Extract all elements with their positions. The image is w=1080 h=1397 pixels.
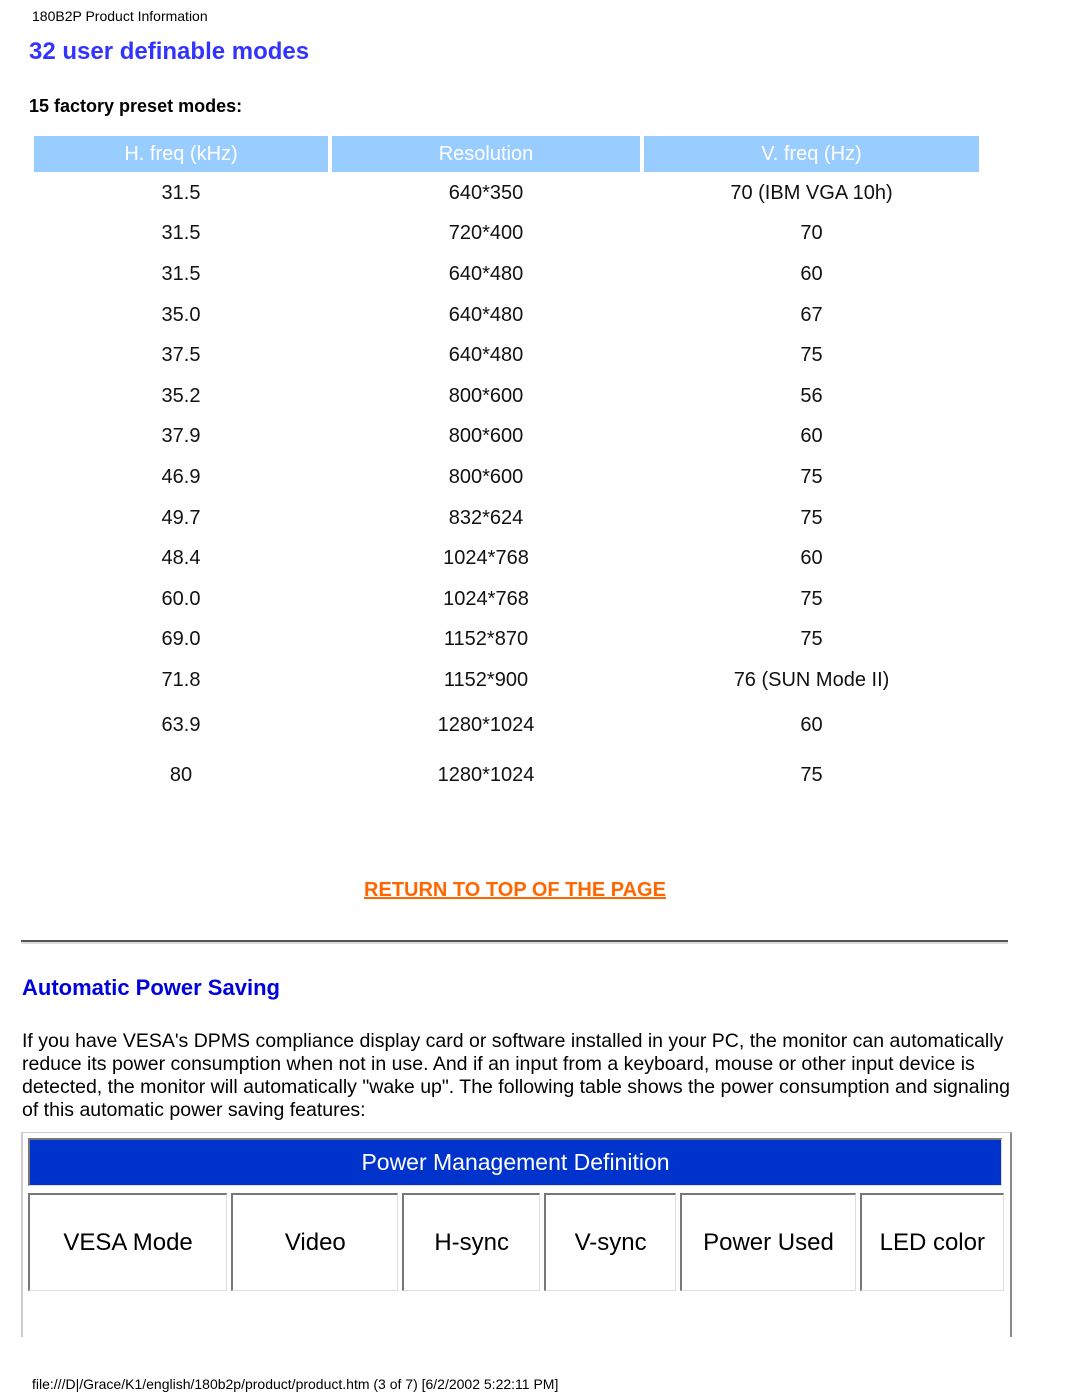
- table-row: 49.7 832*624 75: [34, 499, 979, 538]
- column-header-resolution: Resolution: [332, 136, 640, 172]
- power-saving-title: Automatic Power Saving: [22, 975, 280, 1000]
- hfreq-cell: 63.9: [161, 714, 201, 737]
- table-row: 46.9 800*600 75: [34, 458, 979, 497]
- hfreq-cell: 31.5: [161, 222, 201, 245]
- hfreq-cell: 69.0: [161, 628, 201, 651]
- hfreq-cell: 71.8: [161, 668, 201, 691]
- table-row: 35.2 800*600 56: [34, 377, 979, 416]
- resolution-cell: 800*600: [448, 465, 524, 488]
- vfreq-cell: 67: [800, 303, 823, 326]
- column-header-vfreq: V. freq (Hz): [644, 136, 979, 172]
- page-header: 180B2P Product Information: [32, 8, 208, 24]
- user-modes-title: 32 user definable modes: [29, 38, 310, 65]
- vfreq-cell: 75: [800, 587, 823, 610]
- vfreq-cell: 60: [800, 547, 823, 570]
- table-row: 35.0 640*480 67: [34, 296, 979, 335]
- power-saving-intro: If you have VESA's DPMS compliance displ…: [22, 1030, 1010, 1121]
- hfreq-cell: 35.2: [161, 384, 201, 407]
- column-header-hfreq: H. freq (kHz): [34, 136, 328, 172]
- resolution-cell: 1152*870: [443, 628, 529, 651]
- table-row: 31.5 720*400 70: [34, 215, 979, 254]
- hfreq-cell: 31.5: [161, 262, 201, 285]
- vfreq-cell: 60: [800, 714, 823, 737]
- column-header-video: Video: [231, 1193, 399, 1291]
- resolution-cell: 1280*1024: [437, 714, 535, 737]
- table-row: 71.8 1152*900 76 (SUN Mode II): [34, 661, 979, 700]
- return-to-top: RETURN TO TOP OF THE PAGE: [0, 879, 1030, 902]
- vfreq-cell: 75: [800, 344, 823, 367]
- vfreq-cell: 75: [800, 506, 823, 529]
- table-row: 60.0 1024*768 75: [34, 580, 979, 619]
- return-to-top-link[interactable]: RETURN TO TOP OF THE PAGE: [364, 879, 666, 901]
- table-row: 69.0 1152*870 75: [34, 621, 979, 660]
- column-header-vsync: V-sync: [543, 1193, 677, 1291]
- vfreq-cell: 70 (IBM VGA 10h): [730, 181, 893, 204]
- table-row: 31.5 640*350 70 (IBM VGA 10h): [34, 174, 979, 213]
- vfreq-cell: 60: [800, 425, 823, 448]
- table-row: 63.9 1280*1024 60: [34, 702, 979, 750]
- resolution-cell: 720*400: [448, 222, 524, 245]
- resolution-cell: 1152*900: [443, 668, 529, 691]
- vfreq-cell: 75: [800, 764, 823, 787]
- column-header-hsync: H-sync: [402, 1193, 540, 1291]
- power-management-header-row: VESA Mode Video H-sync V-sync Power Used…: [28, 1193, 1004, 1291]
- power-management-table: Power Management Definition VESA Mode Vi…: [21, 1132, 1012, 1337]
- hfreq-cell: 46.9: [161, 465, 201, 488]
- page-footer: file:///D|/Grace/K1/english/180b2p/produ…: [32, 1376, 559, 1392]
- vfreq-cell: 76 (SUN Mode II): [733, 668, 890, 691]
- hfreq-cell: 48.4: [161, 547, 201, 570]
- vfreq-cell: 75: [800, 465, 823, 488]
- resolution-cell: 640*480: [448, 262, 524, 285]
- hfreq-cell: 37.5: [161, 344, 201, 367]
- hfreq-cell: 80: [169, 764, 193, 787]
- vfreq-cell: 60: [800, 262, 823, 285]
- hfreq-cell: 37.9: [161, 425, 201, 448]
- hfreq-cell: 31.5: [161, 181, 201, 204]
- hfreq-cell: 35.0: [161, 303, 201, 326]
- section-divider: [21, 940, 1008, 944]
- column-header-led-color: LED color: [859, 1193, 1004, 1291]
- vfreq-cell: 56: [800, 384, 823, 407]
- column-header-vesa-mode: VESA Mode: [28, 1193, 228, 1291]
- table-row: 37.5 640*480 75: [34, 336, 979, 375]
- hfreq-cell: 49.7: [161, 506, 201, 529]
- resolution-cell: 1024*768: [443, 587, 529, 610]
- resolution-cell: 832*624: [448, 506, 524, 529]
- table-row: 37.9 800*600 60: [34, 418, 979, 457]
- preset-modes-table: H. freq (kHz) Resolution V. freq (Hz) 31…: [30, 134, 983, 802]
- table-row: 80 1280*1024 75: [34, 752, 979, 800]
- resolution-cell: 640*480: [448, 344, 524, 367]
- table-row: 48.4 1024*768 60: [34, 539, 979, 578]
- hfreq-cell: 60.0: [161, 587, 201, 610]
- column-header-power-used: Power Used: [680, 1193, 856, 1291]
- factory-presets-subtitle: 15 factory preset modes:: [29, 96, 243, 116]
- table-header-row: H. freq (kHz) Resolution V. freq (Hz): [34, 136, 979, 172]
- table-row: 31.5 640*480 60: [34, 255, 979, 294]
- resolution-cell: 800*600: [448, 384, 524, 407]
- resolution-cell: 1280*1024: [437, 764, 535, 787]
- resolution-cell: 640*480: [448, 303, 524, 326]
- power-management-title: Power Management Definition: [28, 1138, 1002, 1186]
- vfreq-cell: 70: [800, 222, 823, 245]
- vfreq-cell: 75: [800, 628, 823, 651]
- resolution-cell: 640*350: [448, 181, 524, 204]
- resolution-cell: 1024*768: [443, 547, 529, 570]
- resolution-cell: 800*600: [448, 425, 524, 448]
